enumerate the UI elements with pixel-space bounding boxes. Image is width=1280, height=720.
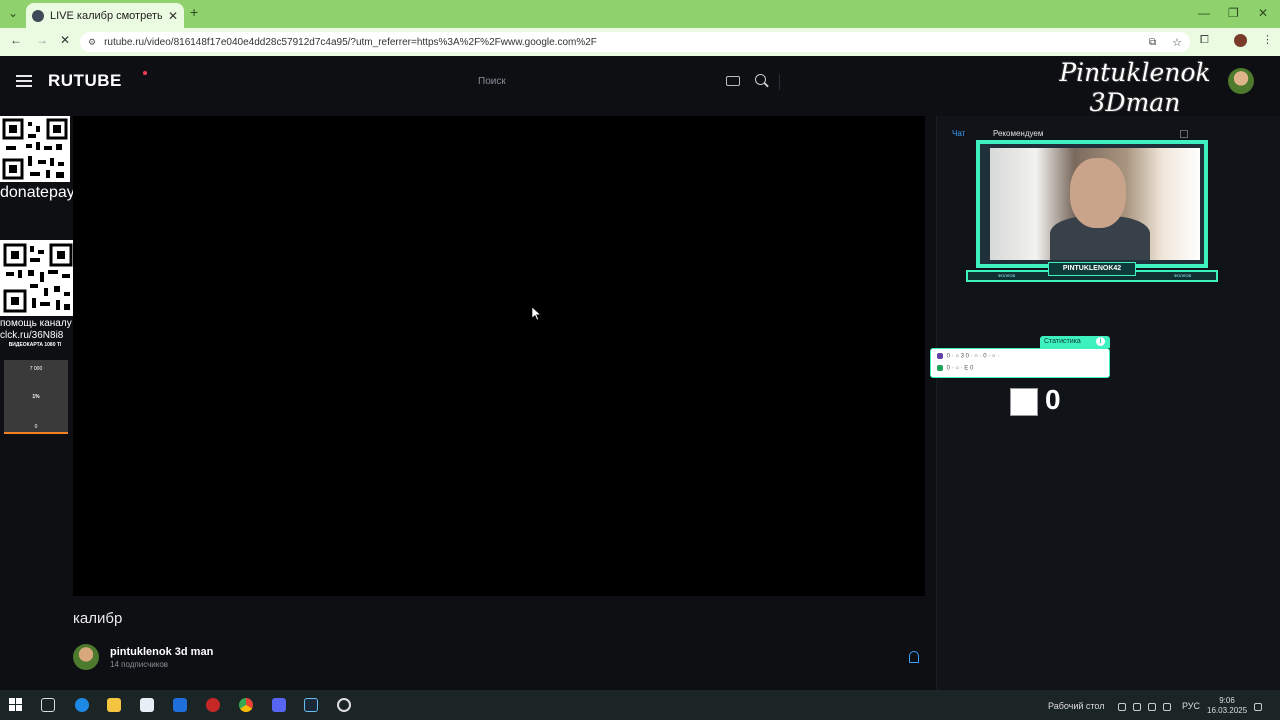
goal-percent: 1%	[32, 394, 40, 400]
overlay-avatar	[1228, 68, 1254, 94]
obs-icon[interactable]	[337, 698, 351, 712]
edge-icon[interactable]	[75, 698, 89, 712]
language-indicator[interactable]: РУС	[1182, 701, 1200, 711]
stats-row-1-text: 0 · ○ 3 0 · ○ · 0 · ○ ·	[946, 353, 1000, 360]
channel-name-link[interactable]: pintuklenok 3d man	[110, 646, 213, 658]
task-view-icon[interactable]	[41, 698, 55, 712]
address-url: rutube.ru/video/816148f17e040e4dd28c5791…	[104, 36, 597, 48]
popout-chat-icon[interactable]	[1180, 130, 1188, 138]
network-icon[interactable]	[1148, 703, 1156, 711]
donation-goal-widget: ВИДЕОКАРТА 1080 TI 7 000 1% 0	[2, 342, 68, 436]
overlay-counter: 0	[1045, 384, 1061, 415]
stats-row-1: 0 · ○ 3 0 · ○ · 0 · ○ ·	[937, 353, 999, 360]
mouse-cursor-icon	[532, 307, 542, 321]
webcam-image	[990, 148, 1200, 260]
notifications-icon[interactable]	[1254, 703, 1262, 711]
search-input[interactable]: Поиск	[478, 76, 506, 87]
stats-row-2: 0 · ○ · Е 0	[937, 365, 973, 372]
forward-button[interactable]: →	[36, 33, 48, 47]
steam-icon[interactable]	[304, 698, 318, 712]
overlay-name-line1: Pintuklenok	[1059, 58, 1211, 87]
goal-progress-bar: 7 000 1% 0	[4, 360, 68, 434]
profile-avatar[interactable]	[1234, 34, 1247, 47]
tray-chevron-icon[interactable]	[1118, 703, 1126, 711]
stats-info-icon: i	[1096, 337, 1105, 346]
header-divider	[779, 74, 780, 90]
browser-tab[interactable]: LIVE калибр смотреть онлайн ✕	[26, 3, 184, 28]
store-icon[interactable]	[140, 698, 154, 712]
goal-title: ВИДЕОКАРТА 1080 TI	[8, 342, 62, 348]
address-bar[interactable]: ⚙ rutube.ru/video/816148f17e040e4dd28c57…	[80, 32, 1190, 52]
webcam-follow-right: ФОЛЛОВ	[1174, 273, 1192, 278]
rutube-logo[interactable]: RUTUBE	[48, 71, 122, 91]
clock-date: 16.03.2025	[1207, 706, 1248, 715]
desktop-toolbar-label[interactable]: Рабочий стол	[1048, 701, 1105, 711]
broken-image-icon	[1010, 388, 1038, 416]
file-explorer-icon[interactable]	[107, 698, 121, 712]
notification-bell-icon[interactable]	[909, 651, 919, 663]
volume-icon[interactable]	[1163, 703, 1171, 711]
stats-widget: 0 · ○ 3 0 · ○ · 0 · ○ · 0 · ○ · Е 0	[930, 348, 1110, 378]
webcam-frame	[976, 140, 1208, 268]
channel-avatar[interactable]	[73, 644, 99, 670]
discord-icon[interactable]	[272, 698, 286, 712]
site-info-icon[interactable]: ⚙	[88, 37, 96, 48]
webcam-person-head	[1070, 158, 1126, 228]
close-window-button[interactable]: ✕	[1258, 6, 1268, 20]
tab-title: LIVE калибр смотреть онлайн	[50, 9, 162, 22]
minimize-button[interactable]: —	[1198, 6, 1210, 20]
overlay-streamer-name: Pintuklenok 3Dman	[1040, 58, 1230, 118]
bookmark-star-icon[interactable]: ☆	[1172, 36, 1182, 49]
webcam-follow-left: ФОЛЛОВ	[998, 273, 1016, 278]
extensions-icon[interactable]: ⧠	[1200, 34, 1209, 47]
channel-help-link: clck.ru/36N8i8	[0, 330, 64, 341]
back-button[interactable]: ←	[10, 33, 22, 47]
hamburger-menu-icon[interactable]	[16, 75, 32, 87]
donatepay-label: donatepay	[0, 184, 75, 201]
tab-close-icon[interactable]: ✕	[168, 9, 178, 23]
subscriber-count: 14 подписчиков	[110, 660, 169, 669]
clock[interactable]: 9:06 16.03.2025	[1207, 696, 1247, 716]
channel-help-label: помощь каналу	[0, 318, 72, 329]
windows-start-icon[interactable]	[9, 698, 23, 712]
tab-recommended[interactable]: Рекомендуем	[993, 129, 1043, 138]
webcam-overlay: ФОЛЛОВ ФОЛЛОВ PINTUKLENOK42	[966, 140, 1218, 284]
browser-tab-bar: ⌄ LIVE калибр смотреть онлайн ✕ + — ❐ ✕	[0, 0, 1280, 28]
browser-menu-icon[interactable]: ⋮	[1262, 33, 1273, 46]
overlay-name-line2: 3Dman	[1089, 88, 1181, 117]
clock-time: 9:06	[1219, 696, 1235, 705]
twitch-icon	[937, 353, 943, 359]
mail-icon[interactable]	[173, 698, 187, 712]
opera-icon[interactable]	[206, 698, 220, 712]
maximize-button[interactable]: ❐	[1228, 6, 1239, 20]
channel-help-qr-code	[0, 240, 76, 316]
search-icon[interactable]	[755, 74, 766, 85]
goal-target: 7 000	[29, 366, 43, 372]
video-player[interactable]	[73, 116, 925, 596]
keyboard-icon[interactable]	[726, 76, 740, 86]
logo-dot	[143, 71, 147, 75]
browser-toolbar: ⚙ rutube.ru/video/816148f17e040e4dd28c57…	[0, 28, 1280, 56]
chrome-icon[interactable]	[239, 698, 253, 712]
microphone-icon[interactable]	[1133, 703, 1141, 711]
goal-current: 0	[34, 424, 38, 430]
video-title: калибр	[73, 610, 123, 627]
tab-favicon-icon	[32, 9, 44, 22]
tab-chat[interactable]: Чат	[952, 129, 965, 138]
tab-list-chevron-icon[interactable]: ⌄	[8, 6, 18, 20]
platform-icon	[937, 365, 943, 371]
install-app-icon[interactable]: ⧉	[1149, 37, 1156, 48]
stats-row-2-text: 0 · ○ · Е 0	[946, 365, 974, 372]
stop-reload-button[interactable]: ✕	[60, 33, 70, 47]
new-tab-button[interactable]: +	[190, 4, 198, 20]
donatepay-qr-code	[0, 116, 70, 182]
webcam-name-plate: PINTUKLENOK42	[1048, 262, 1136, 276]
